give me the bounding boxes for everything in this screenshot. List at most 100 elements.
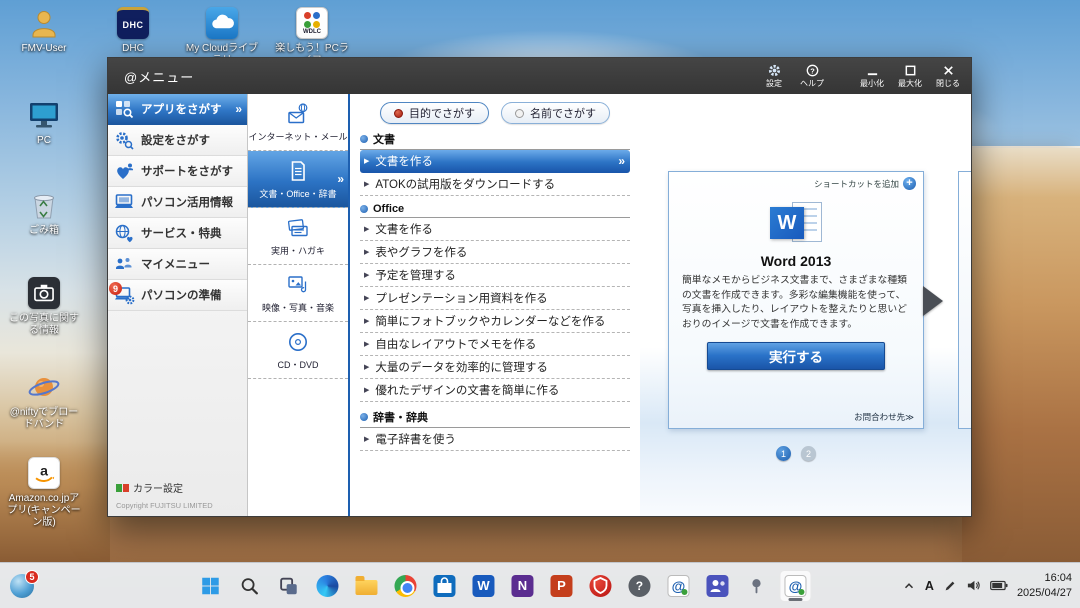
file-explorer-button[interactable] (350, 570, 382, 602)
bullet-icon (360, 135, 368, 143)
help-button[interactable]: ? ヘルプ (793, 62, 831, 91)
list-item[interactable]: ▶予定を管理する (360, 264, 630, 287)
list-item[interactable]: ▶電子辞書を使う (360, 428, 630, 451)
atmenu-window-button[interactable] (779, 570, 811, 602)
settings-label: 設定 (766, 78, 782, 89)
sidebar-item-pc-info[interactable]: パソコン活用情報 (108, 187, 247, 218)
maximize-button[interactable]: 最大化 (891, 62, 929, 91)
pushpin-icon (745, 575, 767, 597)
taskbar-center-icons (194, 563, 811, 608)
list-item[interactable]: ▶ ATOKの試用版をダウンロードする (360, 173, 630, 196)
svg-text:?: ? (810, 66, 815, 75)
category-internet-mail[interactable]: インターネット・メール (248, 94, 348, 151)
carousel-next-button[interactable] (923, 286, 943, 316)
next-app-card-edge (958, 171, 971, 429)
list-item[interactable]: ▶大量のデータを効率的に管理する (360, 356, 630, 379)
taskbar: 5 A 16:04 2025/04/27 (0, 562, 1080, 608)
taskbar-clock[interactable]: 16:04 2025/04/27 (1017, 571, 1072, 600)
hidden-icons-chevron-icon[interactable] (902, 579, 916, 593)
close-button[interactable]: 閉じる (929, 62, 967, 91)
sidebar-item-my-menu[interactable]: マイメニュー (108, 249, 247, 280)
list-item[interactable]: ▶自由なレイアウトでメモを作る (360, 333, 630, 356)
notification-tray-app-icon[interactable]: 5 (10, 574, 34, 598)
category-media-photo-music[interactable]: 映像・写真・音楽 (248, 265, 348, 322)
edge-browser-button[interactable] (311, 570, 343, 602)
ime-mode-indicator[interactable]: A (925, 579, 934, 593)
bullet-icon (360, 413, 368, 421)
sidebar-item-pc-setup[interactable]: 9 パソコンの準備 (108, 280, 247, 311)
contact-link[interactable]: お問合わせ先≫ (854, 411, 914, 423)
pen-icon[interactable] (943, 579, 957, 593)
sidebar: アプリをさがす 設定をさがす サポートをさがす パソコン活用情報 サービス・特典… (108, 94, 248, 516)
window-titlebar[interactable]: @メニュー 設定 ? ヘルプ 最小化 最大化 閉じる (108, 58, 971, 94)
desktop-icon-recycle-bin[interactable]: ごみ箱 (5, 188, 83, 237)
powerpoint-button[interactable] (545, 570, 577, 602)
onenote-button[interactable] (506, 570, 538, 602)
sidebar-item-label: マイメニュー (141, 256, 210, 272)
desktop-icon-fmv-user[interactable]: FMV-User (5, 6, 83, 55)
color-setting-button[interactable]: カラー設定 (116, 480, 239, 495)
sidebar-item-find-settings[interactable]: 設定をさがす (108, 125, 247, 156)
list-item-label: 電子辞書を使う (375, 431, 456, 447)
chrome-browser-button[interactable] (389, 570, 421, 602)
bullet-icon (360, 205, 368, 213)
wallpaper-cliff (962, 148, 1080, 562)
run-button[interactable]: 実行する (707, 342, 885, 370)
page-dot-2[interactable]: 2 (801, 446, 816, 461)
list-item[interactable]: ▶ 優れたデザインの文書を簡単に作る (360, 379, 630, 402)
volume-icon[interactable] (966, 578, 981, 593)
desktop-icon-amazon[interactable]: a Amazon.co.jpアプリ(キャンペーン版) (5, 456, 83, 529)
list-item[interactable]: ▶簡単にフォトブックやカレンダーなどを作る (360, 310, 630, 333)
category-practical-postcard[interactable]: 実用・ハガキ (248, 208, 348, 265)
add-shortcut-button[interactable]: ショートカットを追加 (814, 177, 916, 190)
arrow-icon: ▶ (364, 271, 369, 279)
desktop-icon-label: ごみ箱 (29, 225, 59, 237)
onenote-icon (511, 575, 533, 597)
category-cd-dvd[interactable]: CD・DVD (248, 322, 348, 379)
app-detail-panel: ショートカットを追加 Word 2013 簡単なメモからビジネス文書まで、さまざ… (640, 94, 971, 516)
tab-label: 目的でさがす (409, 105, 475, 121)
sidebar-item-label: 設定をさがす (141, 132, 210, 148)
sidebar-item-find-apps[interactable]: アプリをさがす (108, 94, 247, 125)
support-button[interactable] (623, 570, 655, 602)
minimize-button[interactable]: 最小化 (853, 62, 891, 91)
sidebar-item-find-support[interactable]: サポートをさがす (108, 156, 247, 187)
arrow-icon: ▶ (364, 180, 369, 188)
desktop-icon-nifty[interactable]: @niftyでブロードバンド (5, 370, 83, 431)
list-item-label: 自由なレイアウトでメモを作る (375, 336, 536, 352)
settings-button[interactable]: 設定 (755, 62, 793, 91)
desktop-icon-photo-info[interactable]: この写真に関する情報 (5, 276, 83, 337)
sidebar-item-label: サービス・特典 (141, 225, 222, 241)
arrow-icon: ▶ (364, 386, 369, 394)
search-button[interactable] (233, 570, 265, 602)
list-item-label: 優れたデザインの文書を簡単に作る (375, 382, 559, 398)
list-item[interactable]: ▶表やグラフを作る (360, 241, 630, 264)
question-icon (628, 575, 650, 597)
word-button[interactable] (467, 570, 499, 602)
clock-date: 2025/04/27 (1017, 586, 1072, 600)
window-body: アプリをさがす 設定をさがす サポートをさがす パソコン活用情報 サービス・特典… (108, 94, 971, 516)
mcafee-button[interactable] (584, 570, 616, 602)
battery-icon[interactable] (990, 580, 1008, 591)
atmenu-window: @メニュー 設定 ? ヘルプ 最小化 最大化 閉じる (107, 57, 972, 517)
task-view-button[interactable] (272, 570, 304, 602)
start-button[interactable] (194, 570, 226, 602)
list-item[interactable]: ▶ 文書を作る (360, 150, 630, 173)
list-item[interactable]: ▶プレゼンテーション用資料を作る (360, 287, 630, 310)
tab-search-by-name[interactable]: 名前でさがす (501, 102, 610, 124)
shield-icon (589, 575, 611, 597)
microsoft-store-button[interactable] (428, 570, 460, 602)
tab-search-by-purpose[interactable]: 目的でさがす (380, 102, 489, 124)
sidebar-item-services[interactable]: サービス・特典 (108, 218, 247, 249)
pin-button[interactable] (740, 570, 772, 602)
teams-button[interactable] (701, 570, 733, 602)
list-item[interactable]: ▶文書を作る (360, 218, 630, 241)
desktop-icon-pc[interactable]: PC (5, 98, 83, 147)
page-dot-1[interactable]: 1 (776, 446, 791, 461)
desktop-icon-dhc[interactable]: DHC (94, 6, 172, 55)
category-document-office[interactable]: 文書・Office・辞書 (248, 151, 348, 208)
atmenu-launcher-button[interactable] (662, 570, 694, 602)
category-label: CD・DVD (277, 358, 318, 371)
desktop-icon-label: @niftyでブロードバンド (5, 407, 83, 431)
window-title: @メニュー (124, 67, 194, 86)
